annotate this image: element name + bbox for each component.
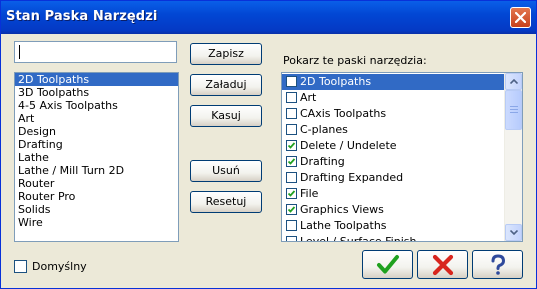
- toolbar-row-label: Delete / Undelete: [300, 139, 397, 152]
- toolbars-label: Pokarz te paski narzędzia:: [283, 54, 427, 67]
- text-caret: [19, 45, 20, 59]
- configuration-list-item[interactable]: Router Pro: [15, 190, 178, 203]
- configuration-list-item[interactable]: Lathe: [15, 151, 178, 164]
- toolbar-checklist[interactable]: 2D Toolpaths Art CAxis Toolpaths C-planes De…: [281, 72, 523, 242]
- scroll-down-button[interactable]: [505, 224, 522, 241]
- toolbar-row[interactable]: Drafting: [282, 154, 506, 170]
- configuration-list-item[interactable]: 2D Toolpaths: [15, 73, 178, 86]
- configuration-list[interactable]: 2D Toolpaths 3D Toolpaths 4-5 Axis Toolpat…: [14, 72, 179, 242]
- configuration-list-item[interactable]: 4-5 Axis Toolpaths: [15, 99, 178, 112]
- toolbar-row-label: Lathe Toolpaths: [300, 219, 387, 232]
- thumb-grip: [510, 112, 518, 113]
- x-icon: [432, 254, 454, 276]
- configuration-list-item[interactable]: Router: [15, 177, 178, 190]
- toolbar-rows: 2D Toolpaths Art CAxis Toolpaths C-planes De…: [282, 74, 506, 242]
- toolbar-row[interactable]: Graphics Views: [282, 202, 506, 218]
- title-bar[interactable]: Stan Paska Narzędzi: [1, 1, 536, 34]
- toolbar-row-label: Art: [300, 91, 317, 104]
- configuration-list-item[interactable]: Drafting: [15, 138, 178, 151]
- toolbar-checkbox[interactable]: [286, 220, 297, 231]
- toolbar-row[interactable]: 2D Toolpaths: [282, 74, 506, 90]
- toolbar-row-label: File: [300, 187, 319, 200]
- toolbar-checkbox[interactable]: [286, 92, 297, 103]
- toolbar-checkbox[interactable]: [286, 188, 297, 199]
- default-label: Domyślny: [32, 260, 87, 273]
- reset-button[interactable]: Resetuj: [190, 191, 262, 213]
- thumb-grip: [510, 109, 518, 110]
- scroll-thumb[interactable]: [505, 90, 522, 130]
- thumb-grip: [510, 106, 518, 107]
- configuration-list-item[interactable]: Solids: [15, 203, 178, 216]
- configuration-name-input[interactable]: [14, 41, 177, 63]
- save-button[interactable]: Zapisz: [190, 43, 262, 65]
- configuration-list-item[interactable]: Design: [15, 125, 178, 138]
- toolbar-row-label: CAxis Toolpaths: [300, 107, 387, 120]
- close-icon: [515, 12, 526, 23]
- configuration-list-item[interactable]: Wire: [15, 216, 178, 229]
- vertical-scrollbar[interactable]: [504, 73, 522, 241]
- configuration-list-item[interactable]: Art: [15, 112, 178, 125]
- close-button[interactable]: [510, 7, 531, 28]
- checkmark-icon: [287, 190, 296, 197]
- help-button[interactable]: [472, 250, 523, 279]
- checkmark-icon: [287, 158, 296, 165]
- window-title: Stan Paska Narzędzi: [6, 9, 158, 24]
- toolbar-row[interactable]: C-planes: [282, 122, 506, 138]
- toolbar-checkbox[interactable]: [286, 204, 297, 215]
- check-icon: [377, 255, 399, 274]
- checkmark-icon: [287, 206, 296, 213]
- toolbar-row[interactable]: Drafting Expanded: [282, 170, 506, 186]
- cancel-button[interactable]: [417, 250, 468, 279]
- question-icon: [491, 254, 506, 275]
- delete-button[interactable]: Kasuj: [190, 105, 262, 127]
- toolbar-row[interactable]: CAxis Toolpaths: [282, 106, 506, 122]
- toolbar-row[interactable]: File: [282, 186, 506, 202]
- toolbar-checkbox[interactable]: [286, 156, 297, 167]
- toolbar-state-dialog: Stan Paska Narzędzi 2D Toolpaths 3D Toolp…: [0, 0, 537, 289]
- toolbar-checkbox[interactable]: [286, 140, 297, 151]
- toolbar-row[interactable]: Art: [282, 90, 506, 106]
- toolbar-checkbox[interactable]: [286, 76, 297, 87]
- toolbar-checkbox[interactable]: [286, 172, 297, 183]
- toolbar-row-label: 2D Toolpaths: [300, 75, 372, 88]
- toolbar-checkbox[interactable]: [286, 124, 297, 135]
- toolbar-row-label: Level / Surface Finish: [300, 235, 417, 242]
- default-checkbox[interactable]: [14, 260, 27, 273]
- load-button[interactable]: Załaduj: [190, 74, 262, 96]
- toolbar-checkbox[interactable]: [286, 108, 297, 119]
- arrow-down-icon: [510, 230, 518, 235]
- toolbar-row-label: Drafting: [300, 155, 345, 168]
- configuration-list-item[interactable]: 3D Toolpaths: [15, 86, 178, 99]
- toolbar-row-label: C-planes: [300, 123, 348, 136]
- configuration-list-item[interactable]: Lathe / Mill Turn 2D: [15, 164, 178, 177]
- scroll-up-button[interactable]: [505, 73, 522, 90]
- toolbar-row-label: Graphics Views: [300, 203, 384, 216]
- toolbar-row[interactable]: Lathe Toolpaths: [282, 218, 506, 234]
- ok-button[interactable]: [362, 250, 413, 279]
- toolbar-row[interactable]: Delete / Undelete: [282, 138, 506, 154]
- toolbar-row-label: Drafting Expanded: [300, 171, 404, 184]
- arrow-up-icon: [510, 79, 518, 84]
- toolbar-row[interactable]: Level / Surface Finish: [282, 234, 506, 242]
- toolbar-checkbox[interactable]: [286, 236, 297, 241]
- checkmark-icon: [287, 142, 296, 149]
- remove-button[interactable]: Usuń: [190, 160, 262, 182]
